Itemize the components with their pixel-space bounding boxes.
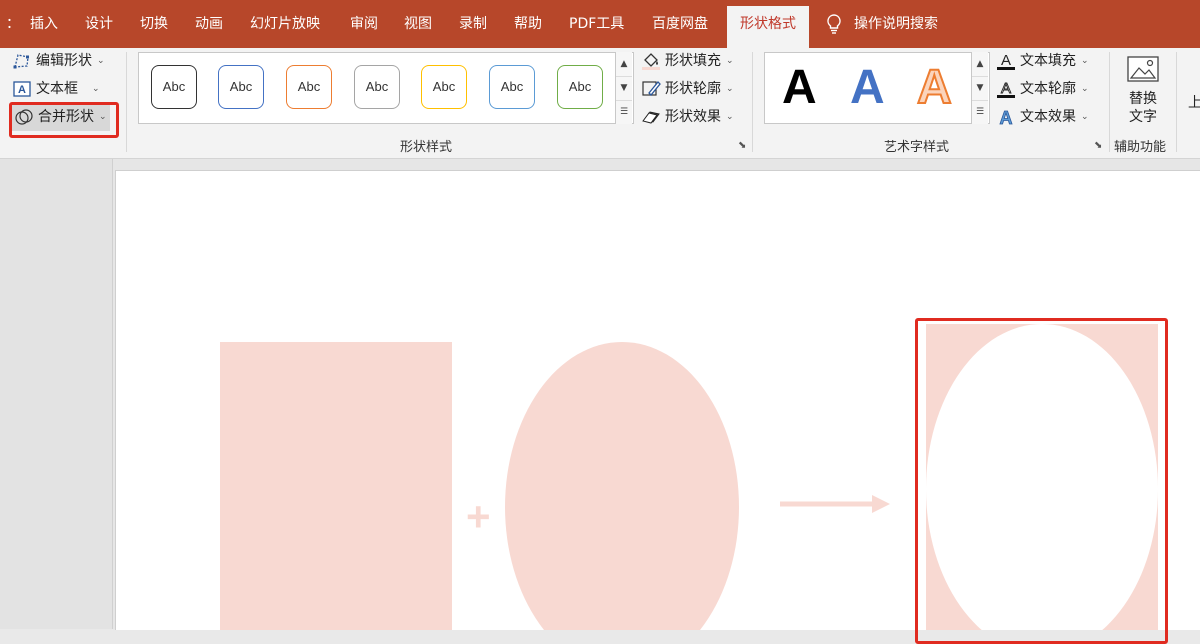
gallery-scroll: ▲ ▼ ☰ [615, 52, 632, 124]
shape-style-preview[interactable]: Abc [354, 65, 400, 109]
tab-view[interactable]: 视图 [404, 0, 432, 48]
tab-baidu-netdisk[interactable]: 百度网盘 [652, 0, 708, 48]
wordart-orange-outline[interactable]: A [916, 60, 953, 116]
shape-outline-button[interactable]: 形状轮廓 ⌄ [641, 77, 734, 101]
pen-outline-icon [642, 81, 661, 96]
tab-help[interactable]: 帮助 [514, 0, 542, 48]
group-separator [126, 52, 127, 152]
chevron-down-icon: ⌄ [1081, 56, 1089, 66]
lightbulb-icon [827, 14, 841, 34]
shape-style-preview[interactable]: Abc [557, 65, 603, 109]
group-separator [1176, 52, 1177, 152]
chevron-down-icon: ⌄ [726, 56, 734, 66]
shape-effects-icon [642, 111, 660, 124]
ribbon-tab-bar: ： 插入 设计 切换 动画 幻灯片放映 审阅 视图 录制 帮助 PDF工具 百度… [0, 0, 1200, 48]
alt-text-line1: 替换 [1129, 91, 1157, 107]
alt-text-icon [1127, 56, 1159, 82]
wordart-group-label: 艺术字样式 [884, 140, 950, 155]
dialog-launcher-icon[interactable]: ⬊ [1094, 140, 1102, 151]
shape-fill-button[interactable]: 形状填充 ⌄ [641, 49, 734, 73]
wordart-black[interactable]: A [782, 60, 817, 116]
chevron-down-icon: ⌄ [726, 112, 734, 122]
svg-text:A: A [1001, 80, 1011, 97]
text-box-icon: A [13, 81, 31, 97]
merge-shapes-highlight [9, 102, 119, 138]
edit-shape-button[interactable]: 编辑形状 ⌄ [12, 49, 105, 73]
accessibility-group-label: 辅助功能 [1114, 140, 1167, 155]
dialog-launcher-icon[interactable]: ⬊ [738, 140, 746, 151]
shape-effects-button[interactable]: 形状效果 ⌄ [641, 105, 734, 129]
edit-shape-icon [13, 54, 29, 69]
tab-animations[interactable]: 动画 [195, 0, 223, 48]
tab-transitions[interactable]: 切换 [140, 0, 168, 48]
shape-style-preview[interactable]: Abc [151, 65, 197, 109]
thumbnail-pane[interactable] [0, 159, 113, 629]
svg-text:A: A [1001, 52, 1011, 69]
shape-styles-group-label: 形状样式 [400, 140, 453, 155]
svg-text:A: A [18, 84, 26, 96]
chevron-down-icon: ⌄ [92, 84, 100, 94]
text-fill-label: 文本填充 [1020, 53, 1076, 69]
tab-slideshow[interactable]: 幻灯片放映 [250, 0, 320, 48]
chevron-down-icon: ⌄ [97, 56, 105, 66]
result-highlight [915, 318, 1168, 644]
rectangle-shape[interactable] [220, 342, 452, 630]
shape-effects-label: 形状效果 [665, 109, 721, 125]
text-effects-label: 文本效果 [1020, 109, 1076, 125]
text-box-button[interactable]: A 文本框 ⌄ [12, 77, 100, 101]
wordart-scroll: ▲ ▼ ☰ [971, 52, 988, 124]
tab-insert[interactable]: 插入 [30, 0, 58, 48]
text-outline-label: 文本轮廓 [1020, 81, 1076, 97]
tab-partial[interactable]: ： [6, 0, 20, 48]
plus-sign: + [466, 493, 491, 540]
alt-text-line2: 文字 [1129, 109, 1157, 125]
text-effects-button[interactable]: A 文本效果 ⌄ [996, 105, 1089, 129]
text-outline-icon: A [997, 80, 1015, 98]
text-fill-button[interactable]: A 文本填充 ⌄ [996, 49, 1089, 73]
shape-outline-label: 形状轮廓 [665, 81, 721, 97]
search-label: 操作说明搜索 [854, 16, 938, 32]
alt-text-button[interactable]: 替换 文字 [1118, 54, 1168, 126]
tab-pdf-tools[interactable]: PDF工具 [569, 0, 624, 48]
chevron-down-icon: ⌄ [1081, 84, 1089, 94]
gallery-more-icon[interactable]: ☰ [616, 100, 632, 124]
text-fill-icon: A [997, 52, 1015, 70]
group-separator [1109, 52, 1110, 152]
svg-text:A: A [1000, 108, 1013, 127]
paint-bucket-icon [642, 53, 660, 70]
edit-shape-label: 编辑形状 [36, 53, 92, 69]
group-separator [752, 52, 753, 152]
chevron-down-icon: ⌄ [1081, 112, 1089, 122]
shape-style-preview[interactable]: Abc [421, 65, 467, 109]
text-outline-button[interactable]: A 文本轮廓 ⌄ [996, 77, 1089, 101]
gallery-more-icon[interactable]: ☰ [972, 100, 988, 124]
ellipse-shape[interactable] [505, 342, 739, 630]
shape-style-preview[interactable]: Abc [218, 65, 264, 109]
scroll-down-icon[interactable]: ▼ [972, 76, 988, 101]
scroll-up-icon[interactable]: ▲ [972, 52, 988, 77]
tell-me-search[interactable]: 操作说明搜索 [826, 0, 938, 48]
text-effects-icon: A [999, 108, 1013, 127]
shape-style-preview[interactable]: Abc [489, 65, 535, 109]
tab-review[interactable]: 审阅 [350, 0, 378, 48]
shape-fill-label: 形状填充 [665, 53, 721, 69]
wordart-blue[interactable]: A [850, 60, 885, 116]
chevron-down-icon: ⌄ [726, 84, 734, 94]
tab-design[interactable]: 设计 [85, 0, 113, 48]
scroll-up-icon[interactable]: ▲ [616, 52, 632, 77]
scroll-down-icon[interactable]: ▼ [616, 76, 632, 101]
text-box-label: 文本框 [36, 81, 78, 97]
tab-record[interactable]: 录制 [459, 0, 487, 48]
shape-style-preview[interactable]: Abc [286, 65, 332, 109]
tab-shape-format[interactable]: 形状格式 [727, 6, 809, 48]
arrow-head [872, 495, 890, 513]
next-group-partial[interactable]: 上 [1188, 92, 1200, 112]
